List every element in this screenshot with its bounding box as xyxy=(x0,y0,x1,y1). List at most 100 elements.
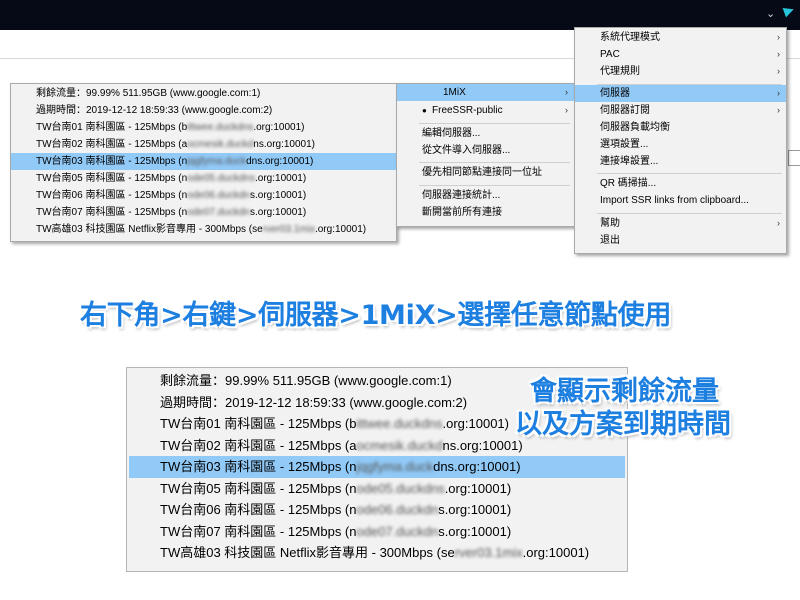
server-item[interactable]: TW台南05 南科園區 - 125Mbps (node05.duckdns.or… xyxy=(11,170,396,187)
server-label-text: TW台南03 南科園區 - 125Mbps (n xyxy=(36,156,188,167)
server-label-text: 過期時間：2019-12-12 18:59:33 (www.google.com… xyxy=(160,394,468,410)
server-item[interactable]: TW高雄03 科技園區 Netflix影音專用 - 300Mbps (serve… xyxy=(11,221,396,238)
server-label-text: TW台南01 南科園區 - 125Mbps (b xyxy=(36,122,188,133)
menu-item-same-host[interactable]: 優先相同節點連接同一位址 xyxy=(397,164,574,181)
server-label: TW台南02 南科園區 - 125Mbps (aocmesik.duckdns.… xyxy=(36,136,315,153)
server-label-suffix: s.org:10001) xyxy=(250,207,307,218)
server-item[interactable]: TW台南06 南科園區 - 125Mbps (node06.duckdns.or… xyxy=(127,499,627,521)
server-group-menu: 1MiX › ● FreeSSR-public › 編輯伺服器... 從文件導入… xyxy=(396,83,575,227)
server-label: TW台南06 南科園區 - 125Mbps (node06.duckdns.or… xyxy=(36,187,306,204)
server-item[interactable]: TW台南03 南科園區 - 125Mbps (njqgfyma.duckdns.… xyxy=(11,153,396,170)
redacted-hostname: rver03.1mix xyxy=(454,545,523,560)
server-item[interactable]: TW台南07 南科園區 - 125Mbps (node07.duckdns.or… xyxy=(11,204,396,221)
server-item[interactable]: TW台南05 南科園區 - 125Mbps (node05.duckdns.or… xyxy=(127,478,627,500)
server-label-suffix: dns.org:10001) xyxy=(433,459,521,474)
taskbar: ⌄ xyxy=(0,0,800,30)
menu-item-proxy-rules[interactable]: 代理規則 › xyxy=(575,63,786,80)
server-label: TW台南03 南科園區 - 125Mbps (njqgfyma.duckdns.… xyxy=(160,456,521,478)
menu-item-pac[interactable]: PAC › xyxy=(575,46,786,63)
server-label-text: TW高雄03 科技園區 Netflix影音專用 - 300Mbps (se xyxy=(160,545,455,560)
server-label-suffix: .org:10001) xyxy=(522,545,590,560)
server-item[interactable]: TW台南03 南科園區 - 125Mbps (njqgfyma.duckdns.… xyxy=(129,456,625,478)
instruction-caption: 右下角>右鍵>伺服器>1MiX>選擇任意節點使用 xyxy=(80,300,672,331)
server-label-text: TW高雄03 科技園區 Netflix影音專用 - 300Mbps (se xyxy=(36,224,263,235)
tray-context-menu: 系統代理模式 › PAC › 代理規則 › 伺服器 › 伺服器訂閱 › 伺服器負載均衡 選… xyxy=(574,27,787,254)
redacted-hostname: ode05.duckdns xyxy=(356,480,445,496)
server-label-text: TW台南07 南科園區 - 125Mbps (n xyxy=(160,523,357,539)
menu-item-options[interactable]: 選項設置... xyxy=(575,136,786,153)
server-label: TW台南05 南科園區 - 125Mbps (node05.duckdns.or… xyxy=(160,478,511,500)
server-label-text: TW台南02 南科園區 - 125Mbps (a xyxy=(160,437,357,453)
server-label-suffix: .org:10001) xyxy=(255,173,307,184)
server-label: 剩餘流量：99.99% 511.95GB (www.google.com:1) xyxy=(160,370,452,392)
server-list-menu: 剩餘流量：99.99% 511.95GB (www.google.com:1) 過… xyxy=(10,83,397,242)
server-label: TW台南05 南科園區 - 125Mbps (node05.duckdns.or… xyxy=(36,170,306,187)
chevron-right-icon: › xyxy=(565,87,568,97)
server-label-suffix: .org:10001) xyxy=(314,224,367,235)
menu-separator xyxy=(419,162,570,163)
redacted-hostname: ocmesik.duckd xyxy=(356,437,443,453)
server-label: TW台南03 南科園區 - 125Mbps (njqgfyma.duckdns.… xyxy=(36,153,313,170)
server-label-text: TW台南03 南科園區 - 125Mbps (n xyxy=(160,459,357,474)
redacted-hostname: ode07.duckdn xyxy=(356,523,439,539)
menu-item-disconnect-all[interactable]: 斷開當前所有連接 xyxy=(397,204,574,221)
menu-item-servers[interactable]: 伺服器 › xyxy=(575,85,786,102)
server-label-text: TW台南06 南科園區 - 125Mbps (n xyxy=(160,502,357,517)
menu-item-import-ssr-links[interactable]: Import SSR links from clipboard... xyxy=(575,192,786,209)
chevron-right-icon: › xyxy=(777,66,780,76)
server-label: TW高雄03 科技園區 Netflix影音專用 - 300Mbps (serve… xyxy=(36,221,366,238)
server-label-text: TW台南02 南科園區 - 125Mbps (a xyxy=(36,139,188,150)
info-row: 過期時間：2019-12-12 18:59:33 (www.google.com… xyxy=(11,102,396,119)
server-label-text: TW台南01 南科園區 - 125Mbps (b xyxy=(160,416,357,431)
server-label: 過期時間：2019-12-12 18:59:33 (www.google.com… xyxy=(160,392,467,414)
menu-separator xyxy=(597,173,782,174)
redacted-hostname: jqgfyma.duck xyxy=(356,459,434,474)
menu-item-1mix[interactable]: 1MiX › xyxy=(397,84,574,101)
server-label: 過期時間：2019-12-12 18:59:33 (www.google.com… xyxy=(36,102,272,119)
server-label: TW台南02 南科園區 - 125Mbps (aocmesik.duckdns.… xyxy=(160,435,523,457)
menu-item-exit[interactable]: 退出 xyxy=(575,232,786,249)
server-item[interactable]: TW高雄03 科技園區 Netflix影音專用 - 300Mbps (serve… xyxy=(127,542,627,564)
menu-item-server-subscription[interactable]: 伺服器訂閱 › xyxy=(575,102,786,119)
server-label: TW台南06 南科園區 - 125Mbps (node06.duckdns.or… xyxy=(160,499,511,521)
server-label-text: TW台南05 南科園區 - 125Mbps (n xyxy=(36,173,188,184)
traffic-expiry-caption-line2: 以及方案到期時間 xyxy=(515,409,731,440)
menu-item-load-balance[interactable]: 伺服器負載均衡 xyxy=(575,119,786,136)
server-item[interactable]: TW台南07 南科園區 - 125Mbps (node07.duckdns.or… xyxy=(127,521,627,543)
menu-separator xyxy=(419,123,570,124)
chevron-right-icon: › xyxy=(777,105,780,115)
server-item[interactable]: TW台南02 南科園區 - 125Mbps (aocmesik.duckdns.… xyxy=(11,136,396,153)
server-label-text: 過期時間：2019-12-12 18:59:33 (www.google.com… xyxy=(36,105,273,116)
server-label-suffix: dns.org:10001) xyxy=(246,156,314,167)
server-label: TW台南01 南科園區 - 125Mbps (bittwee.duckdns.o… xyxy=(160,413,509,435)
redacted-hostname: ode07.duckdn xyxy=(187,207,250,218)
redacted-hostname: ocmesik.duckd xyxy=(187,139,254,150)
server-label-text: 剩餘流量：99.99% 511.95GB (www.google.com:1) xyxy=(160,373,452,388)
server-label: 剩餘流量：99.99% 511.95GB (www.google.com:1) xyxy=(36,85,260,102)
chevron-right-icon: › xyxy=(777,218,780,228)
menu-item-edit-servers[interactable]: 編輯伺服器... xyxy=(397,125,574,142)
menu-item-help[interactable]: 幫助 › xyxy=(575,215,786,232)
menu-separator xyxy=(419,185,570,186)
server-label-suffix: ns.org:10001) xyxy=(442,437,523,453)
server-label: TW台南07 南科園區 - 125Mbps (node07.duckdns.or… xyxy=(160,521,511,543)
server-item[interactable]: TW台南06 南科園區 - 125Mbps (node06.duckdns.or… xyxy=(11,187,396,204)
server-label-suffix: .org:10001) xyxy=(253,122,305,133)
chevron-down-icon[interactable]: ⌄ xyxy=(766,7,775,20)
menu-item-freessr-public[interactable]: ● FreeSSR-public › xyxy=(397,102,574,119)
chevron-right-icon: › xyxy=(777,88,780,98)
menu-item-import-servers[interactable]: 從文件導入伺服器... xyxy=(397,142,574,159)
server-label-text: 剩餘流量：99.99% 511.95GB (www.google.com:1) xyxy=(36,88,261,99)
server-label-suffix: s.org:10001) xyxy=(438,502,512,517)
menu-item-qr-scan[interactable]: QR 碼掃描... xyxy=(575,175,786,192)
shadowsocks-tray-icon[interactable] xyxy=(782,4,796,18)
server-label-text: TW台南07 南科園區 - 125Mbps (n xyxy=(36,207,188,218)
server-item[interactable]: TW台南01 南科園區 - 125Mbps (bittwee.duckdns.o… xyxy=(11,119,396,136)
server-label-suffix: ns.org:10001) xyxy=(253,139,316,150)
chevron-right-icon: › xyxy=(565,105,568,115)
menu-item-connection-stats[interactable]: 伺服器連接統計... xyxy=(397,187,574,204)
redacted-hostname: jqgfyma.duck xyxy=(187,156,247,167)
menu-item-proxy-mode[interactable]: 系統代理模式 › xyxy=(575,29,786,46)
server-label-suffix: .org:10001) xyxy=(442,416,510,431)
menu-item-port-settings[interactable]: 連接埠設置... xyxy=(575,153,786,170)
